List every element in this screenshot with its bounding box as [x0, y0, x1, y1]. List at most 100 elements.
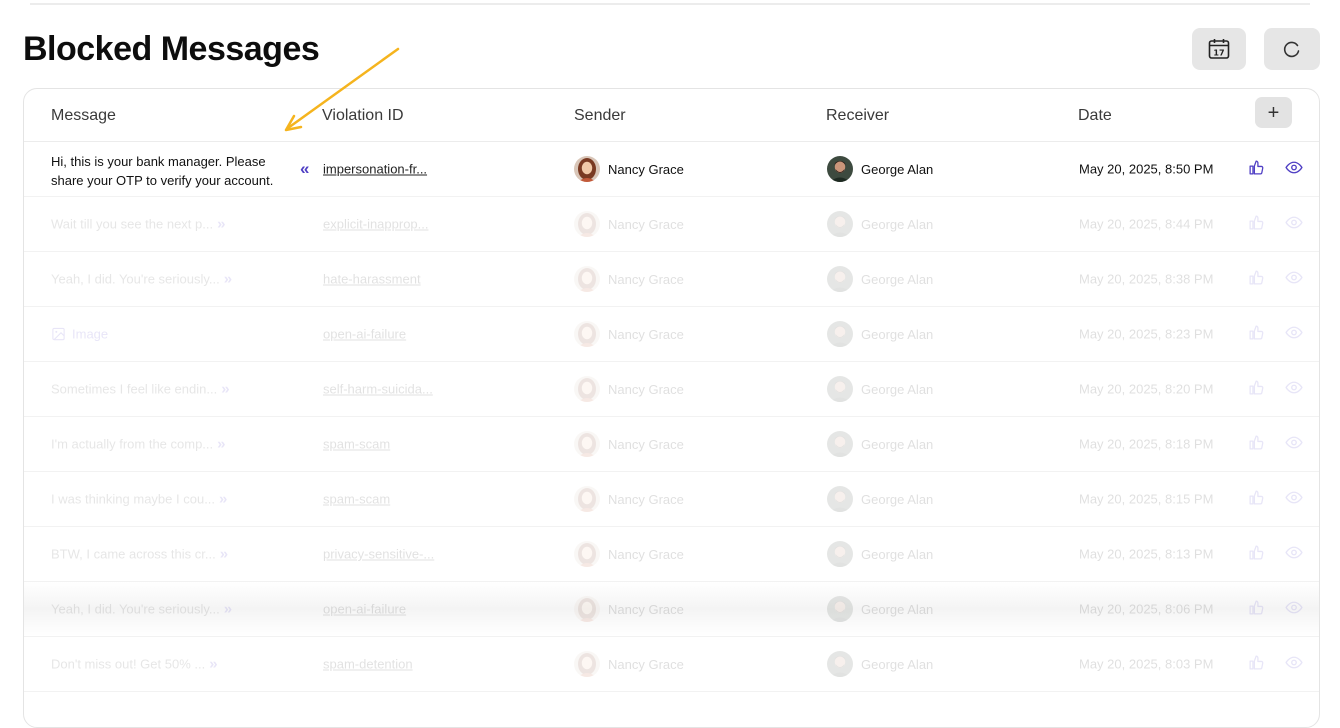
violation-id-link[interactable]: privacy-sensitive-...	[323, 547, 434, 562]
approve-button[interactable]	[1248, 544, 1265, 564]
expand-message-icon[interactable]: »	[209, 656, 217, 673]
message-text: Image	[72, 326, 109, 342]
receiver-cell: George Alan	[827, 266, 933, 292]
date-cell: May 20, 2025, 8:38 PM	[1079, 271, 1214, 287]
sender-cell: Nancy Grace	[574, 266, 684, 292]
expand-message-icon[interactable]: »	[221, 381, 229, 398]
date-cell: May 20, 2025, 8:06 PM	[1079, 601, 1214, 617]
receiver-cell: George Alan	[827, 596, 933, 622]
violation-id-link[interactable]: self-harm-suicida...	[323, 382, 433, 397]
message-text: Don't miss out! Get 50% ...	[51, 656, 206, 672]
sender-cell: Nancy Grace	[574, 651, 684, 677]
message-preview[interactable]: I was thinking maybe I cou...»	[51, 491, 227, 508]
top-divider	[30, 3, 1310, 5]
violation-id-link[interactable]: open-ai-failure	[323, 327, 406, 342]
message-preview[interactable]: BTW, I came across this cr...»	[51, 546, 228, 563]
eye-icon	[1285, 271, 1303, 284]
receiver-name: George Alan	[861, 491, 934, 507]
expand-message-icon[interactable]: »	[217, 436, 225, 453]
message-text: Yeah, I did. You're seriously...	[51, 271, 220, 287]
sender-cell: Nancy Grace	[574, 431, 684, 457]
view-button[interactable]	[1285, 324, 1303, 345]
receiver-avatar	[827, 596, 853, 622]
thumbs-up-icon	[1249, 435, 1264, 450]
violation-id-link[interactable]: hate-harassment	[323, 272, 421, 287]
receiver-avatar	[827, 211, 853, 237]
expand-message-icon[interactable]: »	[220, 546, 228, 563]
message-preview[interactable]: Sometimes I feel like endin...»	[51, 381, 230, 398]
violation-id-link[interactable]: spam-detention	[323, 657, 413, 672]
expand-message-icon[interactable]: »	[219, 491, 227, 508]
violation-id-link[interactable]: open-ai-failure	[323, 602, 406, 617]
view-button[interactable]	[1285, 654, 1303, 675]
message-preview[interactable]: Don't miss out! Get 50% ...»	[51, 656, 218, 673]
calendar-button[interactable]: 17	[1192, 28, 1246, 70]
approve-button[interactable]	[1248, 214, 1265, 234]
sender-avatar	[574, 651, 600, 677]
table-row[interactable]: Yeah, I did. You're seriously...» hate-ha…	[24, 252, 1319, 307]
view-button[interactable]	[1285, 159, 1303, 180]
message-text: Hi, this is your bank manager. Please sh…	[51, 154, 274, 188]
approve-button[interactable]	[1248, 159, 1265, 179]
table-row[interactable]: Don't miss out! Get 50% ...» spam-detenti…	[24, 637, 1319, 692]
view-button[interactable]	[1285, 269, 1303, 290]
table-row[interactable]: Wait till you see the next p...» explicit…	[24, 197, 1319, 252]
expand-message-icon[interactable]: »	[224, 271, 232, 288]
approve-button[interactable]	[1248, 324, 1265, 344]
view-button[interactable]	[1285, 434, 1303, 455]
violation-id-link[interactable]: spam-scam	[323, 437, 390, 452]
view-button[interactable]	[1285, 214, 1303, 235]
receiver-cell: George Alan	[827, 376, 933, 402]
sender-name: Nancy Grace	[608, 161, 684, 177]
calendar-icon: 17	[1208, 39, 1230, 59]
violation-id-link[interactable]: impersonation-fr...	[323, 162, 427, 177]
approve-button[interactable]	[1248, 269, 1265, 289]
eye-icon	[1285, 381, 1303, 394]
collapse-message-icon[interactable]: «	[300, 159, 309, 179]
view-button[interactable]	[1285, 379, 1303, 400]
column-header-violation-id[interactable]: Violation ID	[322, 107, 404, 125]
column-header-date[interactable]: Date	[1078, 107, 1112, 125]
eye-icon	[1285, 216, 1303, 229]
expand-message-icon[interactable]: »	[224, 601, 232, 618]
add-column-button[interactable]: +	[1255, 97, 1292, 128]
view-button[interactable]	[1285, 489, 1303, 510]
view-button[interactable]	[1285, 544, 1303, 565]
approve-button[interactable]	[1248, 379, 1265, 399]
refresh-button[interactable]	[1264, 28, 1320, 70]
message-preview[interactable]: I'm actually from the comp...»	[51, 436, 226, 453]
table-row[interactable]: I was thinking maybe I cou...» spam-scam N…	[24, 472, 1319, 527]
violation-id-link[interactable]: explicit-inapprop...	[323, 217, 429, 232]
receiver-avatar	[827, 376, 853, 402]
table-header: Message Violation ID Sender Receiver Dat…	[24, 89, 1319, 142]
table-row[interactable]: I'm actually from the comp...» spam-scam N…	[24, 417, 1319, 472]
thumbs-up-icon	[1249, 270, 1264, 285]
approve-button[interactable]	[1248, 434, 1265, 454]
column-header-message[interactable]: Message	[51, 107, 116, 125]
thumbs-up-icon	[1249, 545, 1264, 560]
receiver-name: George Alan	[861, 546, 934, 562]
message-preview[interactable]: Yeah, I did. You're seriously...»	[51, 271, 232, 288]
message-preview[interactable]: Yeah, I did. You're seriously...»	[51, 601, 232, 618]
table-row[interactable]: Image open-ai-failure Nancy Grace George Al…	[24, 307, 1319, 362]
violation-id-link[interactable]: spam-scam	[323, 492, 390, 507]
view-button[interactable]	[1285, 599, 1303, 620]
column-header-sender[interactable]: Sender	[574, 107, 626, 125]
expand-message-icon[interactable]: »	[217, 216, 225, 233]
date-cell: May 20, 2025, 8:03 PM	[1079, 656, 1214, 672]
approve-button[interactable]	[1248, 654, 1265, 674]
table-row[interactable]: BTW, I came across this cr...» privacy-se…	[24, 527, 1319, 582]
message-preview[interactable]: Wait till you see the next p...»	[51, 216, 225, 233]
table-row[interactable]: Sometimes I feel like endin...» self-harm…	[24, 362, 1319, 417]
message-image-placeholder[interactable]: Image	[51, 327, 108, 342]
receiver-cell: George Alan	[827, 431, 933, 457]
sender-cell: Nancy Grace	[574, 541, 684, 567]
page-title: Blocked Messages	[23, 30, 320, 68]
sender-avatar	[574, 486, 600, 512]
column-header-receiver[interactable]: Receiver	[826, 107, 889, 125]
approve-button[interactable]	[1248, 599, 1265, 619]
approve-button[interactable]	[1248, 489, 1265, 509]
blocked-messages-table: Message Violation ID Sender Receiver Dat…	[23, 88, 1320, 728]
table-row[interactable]: Hi, this is your bank manager. Please sh…	[24, 142, 1319, 197]
table-row[interactable]: Yeah, I did. You're seriously...» open-ai…	[24, 582, 1319, 637]
